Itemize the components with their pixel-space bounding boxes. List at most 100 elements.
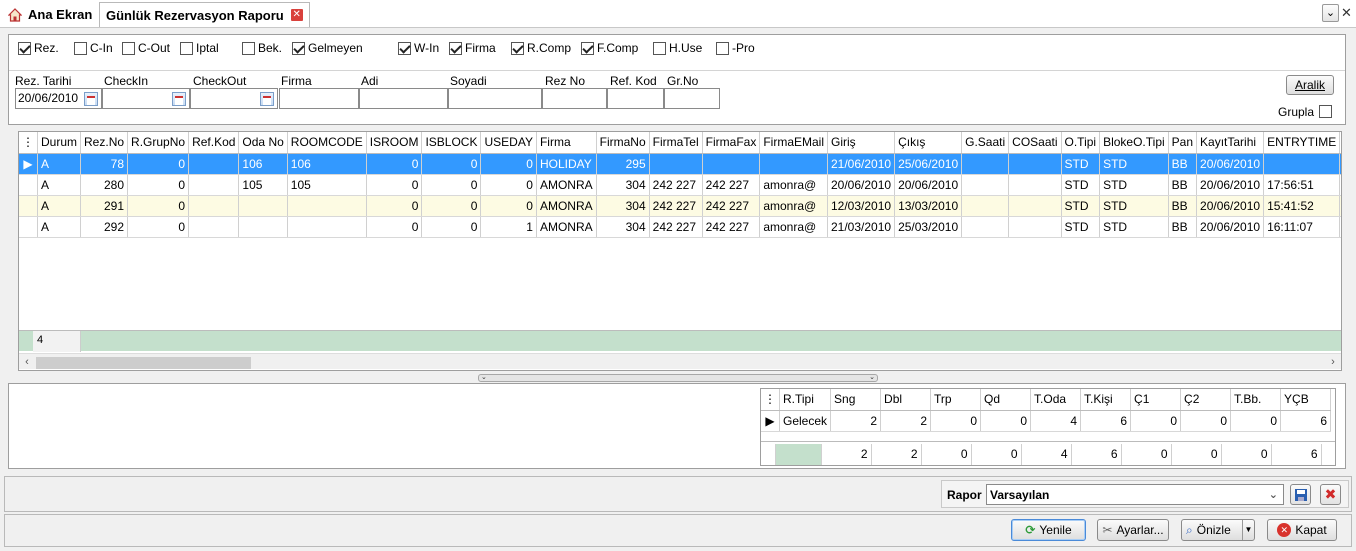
table-cell[interactable]: AMONRA — [536, 216, 597, 238]
filter-bek[interactable]: Bek. — [242, 41, 282, 55]
table-cell[interactable]: 0 — [1339, 195, 1341, 217]
table-cell[interactable]: 4 — [1030, 410, 1082, 432]
save-button[interactable] — [1290, 484, 1311, 505]
table-cell[interactable]: 20/06/2010 — [894, 174, 963, 196]
table-cell[interactable]: BB — [1168, 174, 1198, 196]
table-row[interactable]: A 292 0 0 0 1 AMONRA 304 242 227 242 227 amonra@ 21… — [19, 216, 1341, 238]
table-cell[interactable]: 0 — [366, 216, 423, 238]
table-cell[interactable]: 20/06/2010 — [1196, 195, 1265, 217]
preview-button[interactable]: ⌕ Önizle ▼ — [1181, 519, 1255, 541]
table-cell[interactable] — [287, 216, 367, 238]
filter-c-in[interactable]: C-In — [74, 41, 113, 55]
table-cell[interactable]: STD — [1061, 216, 1101, 238]
checkbox[interactable] — [581, 41, 594, 55]
filter-c-out[interactable]: C-Out — [122, 41, 170, 55]
table-cell[interactable]: A — [37, 216, 82, 238]
table-cell[interactable] — [1008, 195, 1062, 217]
filter-f-comp[interactable]: F.Comp — [581, 41, 638, 55]
checkbox[interactable] — [74, 41, 87, 55]
table-cell[interactable]: 0 — [480, 195, 537, 217]
table-cell[interactable]: 0 — [1339, 153, 1341, 175]
table-cell[interactable]: 0 — [127, 216, 190, 238]
checkbox[interactable] — [292, 41, 305, 55]
table-cell[interactable] — [649, 153, 703, 175]
table-cell[interactable] — [238, 195, 288, 217]
table-cell[interactable]: 292 — [80, 216, 129, 238]
table-cell[interactable]: 78 — [80, 153, 129, 175]
close-icon[interactable]: ✕ — [290, 9, 303, 21]
checkbox[interactable] — [449, 41, 462, 55]
table-cell[interactable]: 12/03/2010 — [827, 195, 896, 217]
checkbox[interactable] — [242, 41, 255, 55]
table-cell[interactable] — [188, 216, 240, 238]
table-cell[interactable]: STD — [1061, 153, 1101, 175]
column-header[interactable]: ENTRYTIME — [1263, 132, 1341, 154]
table-cell[interactable]: 242 227 — [649, 195, 703, 217]
column-header[interactable]: FirmaTel — [649, 132, 703, 154]
column-header[interactable]: G.Saati — [961, 132, 1010, 154]
calendar-icon[interactable] — [172, 92, 186, 106]
calendar-icon[interactable] — [84, 92, 98, 106]
column-header[interactable]: R.GrupNo — [127, 132, 190, 154]
table-cell[interactable] — [702, 153, 761, 175]
aralik-button[interactable]: Aralik — [1286, 75, 1334, 95]
table-cell[interactable] — [1008, 216, 1062, 238]
chevron-down-icon[interactable]: ▼ — [1242, 520, 1254, 540]
close-button[interactable]: ✕ Kapat — [1267, 519, 1337, 541]
column-header[interactable]: Oda No — [238, 132, 288, 154]
column-header[interactable]: Çıkış — [894, 132, 963, 154]
table-cell[interactable]: 0 — [366, 195, 423, 217]
table-cell[interactable]: 0 — [1339, 216, 1341, 238]
column-header[interactable]: Firma — [536, 132, 597, 154]
horizontal-scrollbar[interactable]: ‹ › — [19, 353, 1341, 369]
ref-kod-field[interactable] — [607, 88, 664, 109]
table-cell[interactable]: 0 — [480, 153, 537, 175]
table-cell[interactable] — [759, 153, 828, 175]
table-cell[interactable]: STD — [1099, 195, 1169, 217]
table-cell[interactable]: 0 — [366, 153, 423, 175]
column-header[interactable]: Trp — [930, 389, 982, 411]
table-cell[interactable]: BB — [1168, 153, 1198, 175]
table-cell[interactable]: 0 — [980, 410, 1032, 432]
soyadi-field[interactable] — [448, 88, 542, 109]
table-cell[interactable]: 21/03/2010 — [827, 216, 896, 238]
table-cell[interactable]: STD — [1061, 195, 1101, 217]
checkbox[interactable] — [511, 41, 524, 55]
table-cell[interactable]: 0 — [1230, 410, 1282, 432]
filter-w-in[interactable]: W-In — [398, 41, 439, 55]
table-cell[interactable]: 0 — [480, 174, 537, 196]
table-cell[interactable]: 2 — [880, 410, 932, 432]
table-cell[interactable] — [188, 153, 240, 175]
table-cell[interactable]: 1 — [480, 216, 537, 238]
filter-gelmeyen[interactable]: Gelmeyen — [292, 41, 363, 55]
column-header[interactable]: Giriş — [827, 132, 896, 154]
table-cell[interactable]: 0 — [421, 216, 482, 238]
firma-field[interactable] — [279, 88, 359, 109]
column-header[interactable]: KayıtTarihi — [1196, 132, 1265, 154]
table-cell[interactable]: 20/06/2010 — [1196, 216, 1265, 238]
column-header[interactable]: Ref.Kod — [188, 132, 240, 154]
table-cell[interactable]: 17:56:51 — [1263, 174, 1341, 196]
column-header[interactable]: T.Kişi — [1080, 389, 1132, 411]
table-cell[interactable]: amonra@ — [759, 174, 828, 196]
rez-tarihi-field[interactable]: 20/06/2010 — [15, 88, 102, 109]
column-header[interactable]: Sng — [830, 389, 882, 411]
table-cell[interactable]: amonra@ — [759, 216, 828, 238]
delete-button[interactable]: ✖ — [1320, 484, 1341, 505]
table-cell[interactable]: BB — [1168, 195, 1198, 217]
column-header[interactable]: Ç2 — [1180, 389, 1232, 411]
column-header[interactable]: Aksiyon — [1339, 132, 1341, 154]
column-header[interactable]: Qd — [980, 389, 1032, 411]
rez-no-field[interactable] — [542, 88, 607, 109]
table-cell[interactable] — [961, 195, 1010, 217]
table-cell[interactable]: 295 — [596, 153, 650, 175]
table-row[interactable]: ▶ A 78 0 106 106 0 0 0 HOLIDAY 295 21/06/2010 25/06/… — [19, 153, 1341, 175]
window-close-icon[interactable]: ✕ — [1341, 5, 1352, 21]
table-cell[interactable] — [188, 174, 240, 196]
column-header[interactable]: ROOMCODE — [287, 132, 367, 154]
table-cell[interactable]: 304 — [596, 174, 650, 196]
table-cell[interactable]: 25/03/2010 — [894, 216, 963, 238]
table-cell[interactable]: 15:41:52 — [1263, 195, 1341, 217]
column-header[interactable]: T.Bb. — [1230, 389, 1282, 411]
table-cell[interactable]: 242 227 — [649, 174, 703, 196]
